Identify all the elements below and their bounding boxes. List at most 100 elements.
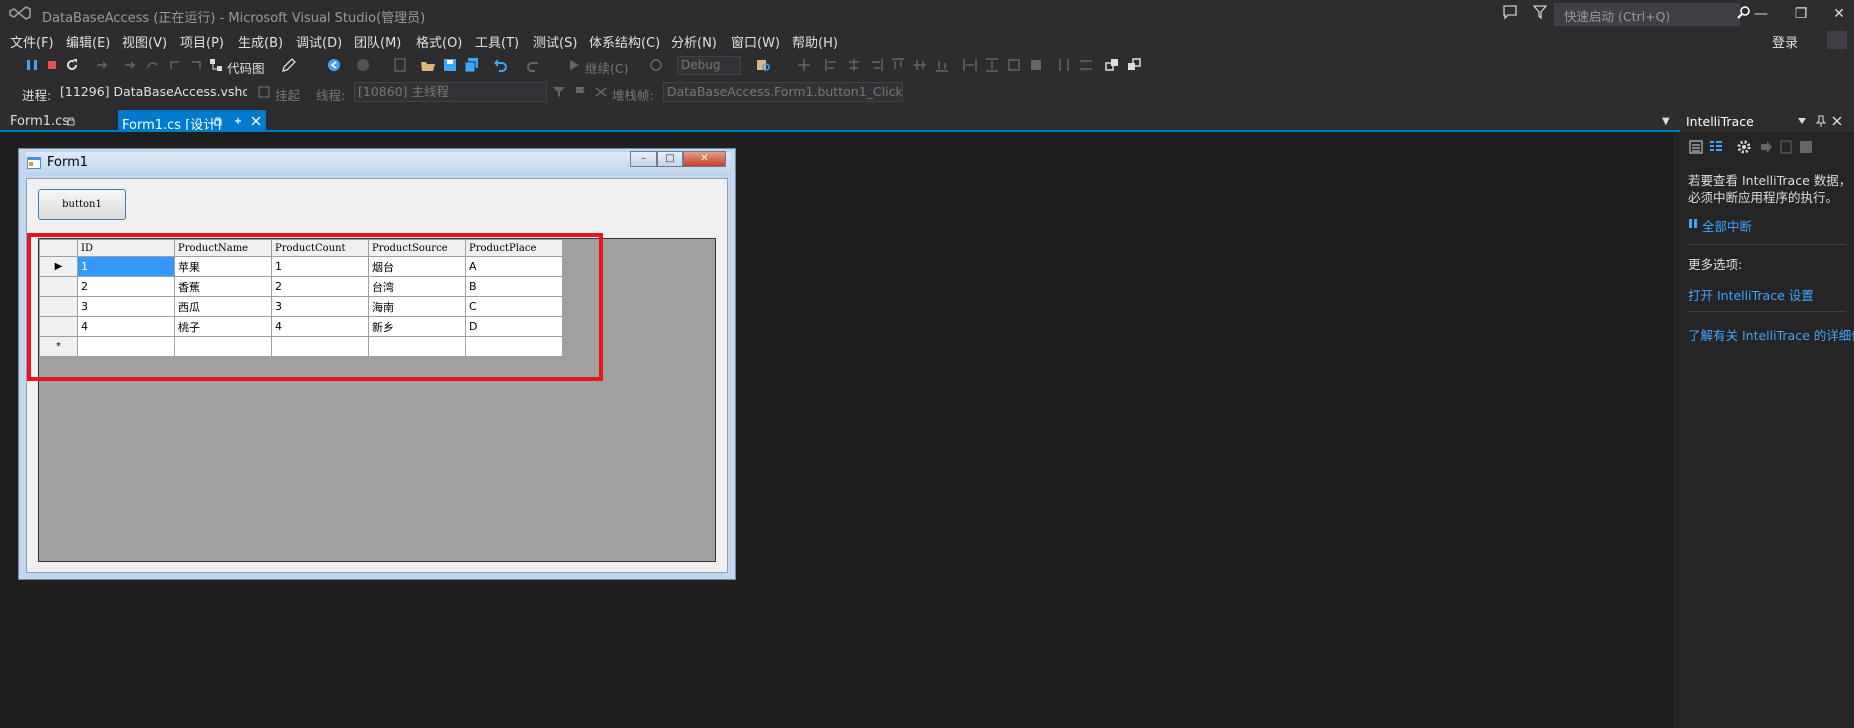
save-all-icon[interactable] xyxy=(464,57,480,73)
form1-caption-bar[interactable] xyxy=(26,152,731,176)
tab-label[interactable]: Form1.cs xyxy=(10,114,69,129)
save-log-icon[interactable] xyxy=(1798,139,1814,155)
step-back-icon[interactable] xyxy=(188,57,204,73)
tab-overflow-chevron-down-icon[interactable]: ▼ xyxy=(1662,116,1670,127)
pin-icon[interactable] xyxy=(1816,115,1826,127)
chevron-down-icon[interactable] xyxy=(1798,118,1806,124)
make-same-size-icon[interactable] xyxy=(1006,57,1022,73)
pin-icon[interactable] xyxy=(233,116,243,126)
account-icon[interactable] xyxy=(1827,31,1847,49)
step-over-icon[interactable] xyxy=(145,57,161,73)
red-highlight-box xyxy=(27,233,603,381)
sign-in-link[interactable]: 登录 xyxy=(1772,32,1798,51)
menu-tools[interactable]: 工具(T) xyxy=(475,32,519,51)
forward-icon[interactable] xyxy=(1758,139,1774,155)
break-all-link[interactable]: 全部中断 xyxy=(1702,216,1842,235)
menu-project[interactable]: 项目(P) xyxy=(180,32,224,51)
thread-select[interactable]: [10860] 主线程 xyxy=(354,82,547,102)
restart-icon[interactable] xyxy=(64,57,80,73)
window-title: DataBaseAccess (正在运行) - Microsoft Visual… xyxy=(42,11,426,26)
close-panel-icon[interactable] xyxy=(1832,116,1842,126)
settings-gear-icon[interactable] xyxy=(1736,139,1752,155)
menu-format[interactable]: 格式(O) xyxy=(416,32,462,51)
flag-thread-icon[interactable] xyxy=(574,85,588,99)
step-into-icon[interactable] xyxy=(122,57,138,73)
menu-window[interactable]: 窗口(W) xyxy=(731,32,780,51)
navigate-back-icon[interactable] xyxy=(326,57,342,73)
code-map-icon[interactable] xyxy=(208,57,224,73)
show-next-statement-icon[interactable] xyxy=(94,57,110,73)
menu-architecture[interactable]: 体系结构(C) xyxy=(589,32,660,51)
new-project-icon[interactable] xyxy=(392,57,408,73)
thread-label: 线程: xyxy=(316,88,346,103)
menu-debug[interactable]: 调试(D) xyxy=(296,32,342,51)
menu-build[interactable]: 生成(B) xyxy=(238,32,283,51)
open-log-icon[interactable] xyxy=(1778,139,1794,155)
undo-icon[interactable] xyxy=(492,57,508,73)
maximize-button[interactable]: ❐ xyxy=(1786,3,1816,25)
open-file-icon[interactable] xyxy=(420,57,436,73)
suspend-button[interactable]: 挂起 xyxy=(275,85,300,104)
menu-edit[interactable]: 编辑(E) xyxy=(66,32,110,51)
feedback-icon[interactable] xyxy=(1502,4,1518,20)
intellitrace-panel-title: IntelliTrace xyxy=(1686,114,1754,129)
suspend-icon[interactable] xyxy=(258,86,270,98)
form-close-button[interactable]: ✕ xyxy=(683,151,726,167)
panel-separator xyxy=(1688,311,1846,312)
form-icon xyxy=(27,157,41,169)
align-bottoms-icon[interactable] xyxy=(934,57,950,73)
send-to-back-icon[interactable] xyxy=(1126,57,1142,73)
button1[interactable]: button1 xyxy=(38,189,126,220)
calls-view-icon[interactable] xyxy=(1708,139,1724,155)
align-rights-icon[interactable] xyxy=(868,57,884,73)
refresh-icon[interactable] xyxy=(648,57,664,73)
close-tab-icon[interactable] xyxy=(251,116,261,126)
find-in-files-icon[interactable] xyxy=(755,57,771,73)
learn-more-intellitrace-link[interactable]: 了解有关 IntelliTrace 的详细信息 xyxy=(1688,325,1854,344)
navigate-forward-icon[interactable] xyxy=(355,57,371,73)
menu-view[interactable]: 视图(V) xyxy=(122,32,167,51)
continue-icon[interactable] xyxy=(566,57,582,73)
thread-switch-icon[interactable] xyxy=(594,85,608,99)
lock-icon xyxy=(67,117,75,126)
thread-filter-icon[interactable] xyxy=(552,85,566,99)
horizontal-spacing-icon[interactable] xyxy=(1056,57,1072,73)
align-tops-icon[interactable] xyxy=(890,57,906,73)
menu-analyze[interactable]: 分析(N) xyxy=(671,32,717,51)
intellitrace-message-line2: 必须中断应用程序的执行。 xyxy=(1688,190,1839,205)
pause-icon[interactable] xyxy=(24,57,40,73)
form-minimize-button[interactable]: – xyxy=(630,151,657,167)
toggle-breakpoint-icon[interactable] xyxy=(796,57,812,73)
stop-icon[interactable] xyxy=(44,57,60,73)
solution-configuration-select[interactable]: Debug xyxy=(677,56,741,75)
menu-team[interactable]: 团队(M) xyxy=(354,32,401,51)
vertical-spacing-icon[interactable] xyxy=(1078,57,1094,73)
process-select[interactable]: [11296] DataBaseAccess.vshost xyxy=(56,82,248,102)
close-button[interactable]: ✕ xyxy=(1824,3,1854,25)
align-centers-icon[interactable] xyxy=(846,57,862,73)
size-to-grid-icon[interactable] xyxy=(1028,57,1044,73)
menu-file[interactable]: 文件(F) xyxy=(10,32,54,51)
align-middles-icon[interactable] xyxy=(912,57,928,73)
stack-frame-select[interactable]: DataBaseAccess.Form1.button1_Click xyxy=(663,82,903,102)
minimize-button[interactable]: — xyxy=(1746,3,1776,25)
save-icon[interactable] xyxy=(442,57,458,73)
edit-map-icon[interactable] xyxy=(281,57,297,73)
visual-studio-logo-icon xyxy=(9,6,31,20)
make-same-height-icon[interactable] xyxy=(984,57,1000,73)
form-maximize-button[interactable]: □ xyxy=(657,151,683,167)
break-all-icon[interactable] xyxy=(1688,218,1699,229)
bring-to-front-icon[interactable] xyxy=(1104,57,1120,73)
redo-icon[interactable] xyxy=(526,57,542,73)
open-intellitrace-settings-link[interactable]: 打开 IntelliTrace 设置 xyxy=(1688,285,1854,304)
menu-help[interactable]: 帮助(H) xyxy=(792,32,838,51)
align-lefts-icon[interactable] xyxy=(824,57,840,73)
continue-button[interactable]: 继续(C) xyxy=(585,58,628,77)
make-same-width-icon[interactable] xyxy=(962,57,978,73)
events-view-icon[interactable] xyxy=(1688,139,1704,155)
step-out-icon[interactable] xyxy=(167,57,183,73)
code-map-button[interactable]: 代码图 xyxy=(227,58,265,77)
filter-icon[interactable] xyxy=(1533,4,1547,20)
quick-launch-placeholder: 快速启动 (Ctrl+Q) xyxy=(1564,9,1671,24)
menu-test[interactable]: 测试(S) xyxy=(533,32,577,51)
